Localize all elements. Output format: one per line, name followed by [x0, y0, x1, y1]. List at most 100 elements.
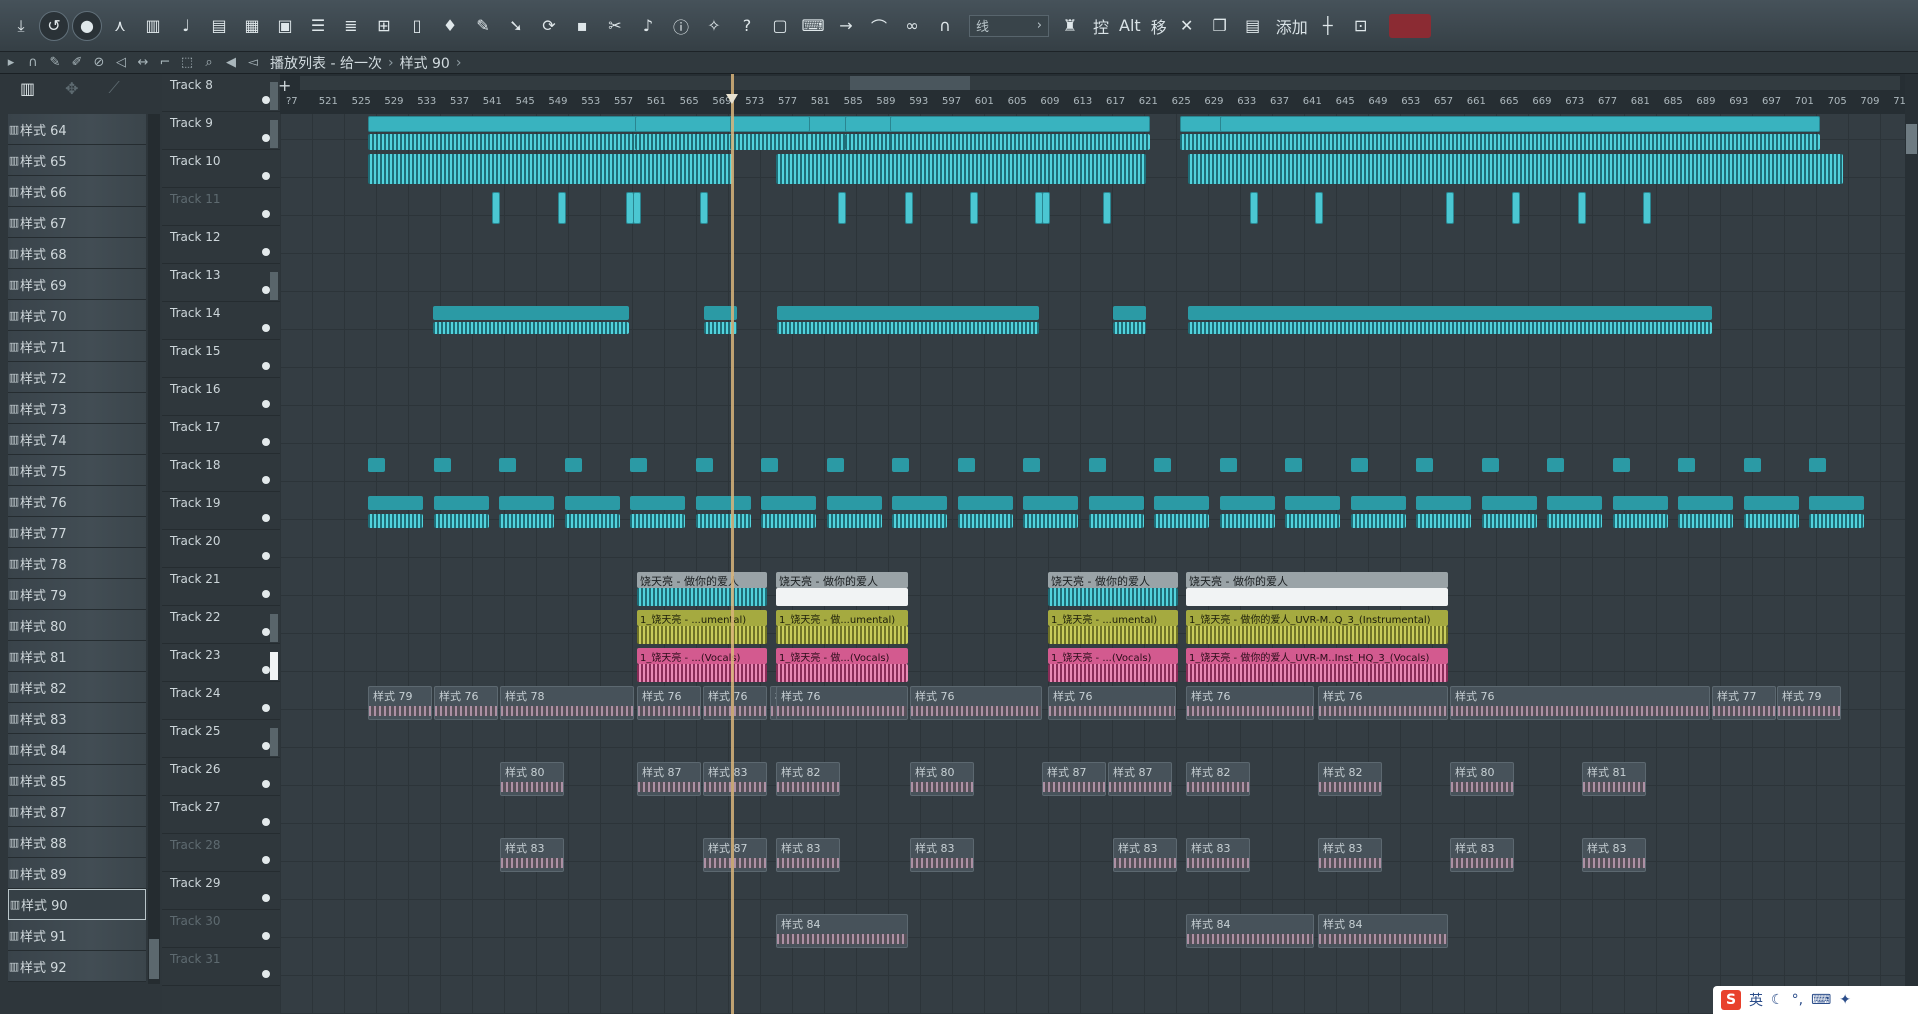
- loop-icon[interactable]: ⟳: [534, 11, 564, 41]
- clip-track-18-wave[interactable]: [630, 514, 685, 528]
- clip-track-10[interactable]: [492, 192, 500, 224]
- pattern-clip[interactable]: 样式 81: [1582, 762, 1646, 796]
- browser-icon[interactable]: ▣: [270, 11, 300, 41]
- pattern-clip[interactable]: 样式 87: [1108, 762, 1172, 796]
- clip-track-18[interactable]: [1154, 496, 1209, 510]
- clip-track-18-wave[interactable]: [564, 514, 620, 528]
- audio-clip-instrumental-wave[interactable]: [1048, 626, 1178, 644]
- pattern-item[interactable]: ▥ 样式 85: [8, 765, 146, 796]
- clip-track-17[interactable]: [1219, 458, 1237, 472]
- patterns-tab-icon[interactable]: ▥: [20, 79, 35, 98]
- keyboard-icon[interactable]: ⌨: [798, 11, 828, 41]
- layout-icon[interactable]: ▢: [765, 11, 795, 41]
- track-mute-toggle[interactable]: [262, 856, 270, 864]
- track-header[interactable]: Track 9: [162, 112, 280, 150]
- clip-track-18[interactable]: [1023, 496, 1078, 510]
- track-header[interactable]: Track 14: [162, 302, 280, 340]
- punctuation-icon[interactable]: °,: [1792, 992, 1803, 1008]
- clip-track-17[interactable]: [1285, 458, 1302, 472]
- track-mute-toggle[interactable]: [262, 514, 270, 522]
- clip-track-18[interactable]: [761, 496, 816, 510]
- audio-clip-title[interactable]: 饶天亮 - 做你的爱人: [776, 572, 908, 588]
- pattern-item[interactable]: ▥ 样式 82: [8, 672, 146, 703]
- clip-track-18[interactable]: [1678, 496, 1733, 510]
- clip-track-17[interactable]: [1612, 458, 1630, 472]
- paste-icon[interactable]: ▤: [1238, 11, 1268, 41]
- clip-track-18[interactable]: [1547, 496, 1602, 510]
- audio-tab-icon[interactable]: ✥: [65, 79, 78, 98]
- arrow-icon[interactable]: →: [831, 11, 861, 41]
- pattern-item[interactable]: ▥ 样式 67: [8, 207, 146, 238]
- track-header[interactable]: Track 16: [162, 378, 280, 416]
- speaker-icon[interactable]: ◀: [223, 55, 239, 70]
- brush-icon[interactable]: ✐: [69, 55, 85, 70]
- pattern-clip[interactable]: 样式 83: [776, 838, 840, 872]
- clip-track-9-wave[interactable]: [368, 154, 733, 184]
- clip-track-18-wave[interactable]: [1088, 514, 1144, 528]
- track-mute-toggle[interactable]: [262, 628, 270, 636]
- clip-track-17[interactable]: [1350, 458, 1368, 472]
- audio-clip-title[interactable]: 饶天亮 - 做你的爱人: [1048, 572, 1178, 588]
- clip-track-18-wave[interactable]: [1743, 514, 1799, 528]
- pattern-clip[interactable]: 样式 83: [1186, 838, 1250, 872]
- piano-icon[interactable]: ▤: [204, 11, 234, 41]
- clip-track-10[interactable]: [1250, 192, 1258, 224]
- clip-track-17[interactable]: [368, 458, 385, 472]
- track-mute-toggle[interactable]: [262, 476, 270, 484]
- audio-clip-body[interactable]: [1186, 588, 1448, 606]
- track-mute-toggle[interactable]: [262, 286, 270, 294]
- clip-track-13-wave[interactable]: [433, 322, 629, 334]
- keyboard-icon[interactable]: ⌨: [1811, 992, 1831, 1008]
- audio-clip-instrumental[interactable]: 1_饶天亮 - 做你的爱人_UVR-M..Q_3_(Instrumental): [1186, 610, 1448, 626]
- clip-track-10[interactable]: [700, 192, 708, 224]
- pattern-list-scrollbar[interactable]: [148, 114, 160, 984]
- track-mute-toggle[interactable]: [262, 666, 270, 674]
- close-icon[interactable]: ✕: [1172, 11, 1202, 41]
- pattern-item[interactable]: ▥ 样式 71: [8, 331, 146, 362]
- track-header[interactable]: Track 20: [162, 530, 280, 568]
- clip-track-18-wave[interactable]: [1481, 514, 1537, 528]
- audio-clip-vocals[interactable]: 1_饶天亮 - 做你的爱人_UVR-M..Inst_HQ_3_(Vocals): [1186, 648, 1448, 664]
- settings-icon[interactable]: ✦: [1839, 992, 1851, 1008]
- track-mute-toggle[interactable]: [262, 362, 270, 370]
- track-mute-toggle[interactable]: [262, 552, 270, 560]
- track-mute-toggle[interactable]: [262, 438, 270, 446]
- clip-track-8[interactable]: [890, 116, 1150, 132]
- track-header[interactable]: Track 27: [162, 796, 280, 834]
- pencil-icon[interactable]: ✎: [47, 55, 63, 70]
- clip-track-8[interactable]: [730, 116, 810, 132]
- clip-track-10[interactable]: [1315, 192, 1323, 224]
- pattern-clip[interactable]: 样式 83: [1450, 838, 1514, 872]
- clip-track-17[interactable]: [1481, 458, 1499, 472]
- clip-track-18-wave[interactable]: [1678, 514, 1733, 528]
- track-mute-toggle[interactable]: [262, 818, 270, 826]
- pattern-item[interactable]: ▥ 样式 65: [8, 145, 146, 176]
- mute-icon[interactable]: ◁: [113, 55, 129, 70]
- pattern-clip[interactable]: 样式 76: [776, 686, 908, 720]
- clip-track-17[interactable]: [1743, 458, 1761, 472]
- clip-track-10[interactable]: [1446, 192, 1454, 224]
- slip-icon[interactable]: ↔: [135, 55, 151, 70]
- clip-track-18-wave[interactable]: [761, 514, 816, 528]
- pattern-item[interactable]: ▥ 样式 72: [8, 362, 146, 393]
- info-icon[interactable]: ⓘ: [666, 11, 696, 41]
- clip-track-18[interactable]: [1088, 496, 1144, 510]
- clip-track-17[interactable]: [1154, 458, 1171, 472]
- overview-bar[interactable]: [300, 76, 1900, 90]
- zoom-icon[interactable]: ⌕: [201, 55, 217, 70]
- track-header[interactable]: Track 12: [162, 226, 280, 264]
- knob-icon[interactable]: ●: [72, 10, 102, 41]
- menu-arrow-icon[interactable]: ▸: [3, 55, 19, 70]
- track-mute-toggle[interactable]: [262, 400, 270, 408]
- clip-track-18-wave[interactable]: [892, 514, 947, 528]
- clip-track-10[interactable]: [970, 192, 978, 224]
- clip-track-13-wave[interactable]: [1113, 322, 1146, 334]
- slice-icon[interactable]: ➘: [501, 11, 531, 41]
- pattern-clip[interactable]: 样式 83: [1582, 838, 1646, 872]
- clip-track-17[interactable]: [1678, 458, 1695, 472]
- track-select-strip[interactable]: [270, 120, 278, 148]
- pattern-item[interactable]: ▥ 样式 83: [8, 703, 146, 734]
- clip-track-10[interactable]: [838, 192, 846, 224]
- pattern-clip[interactable]: 样式 76: [1450, 686, 1710, 720]
- track-header[interactable]: Track 31: [162, 948, 280, 986]
